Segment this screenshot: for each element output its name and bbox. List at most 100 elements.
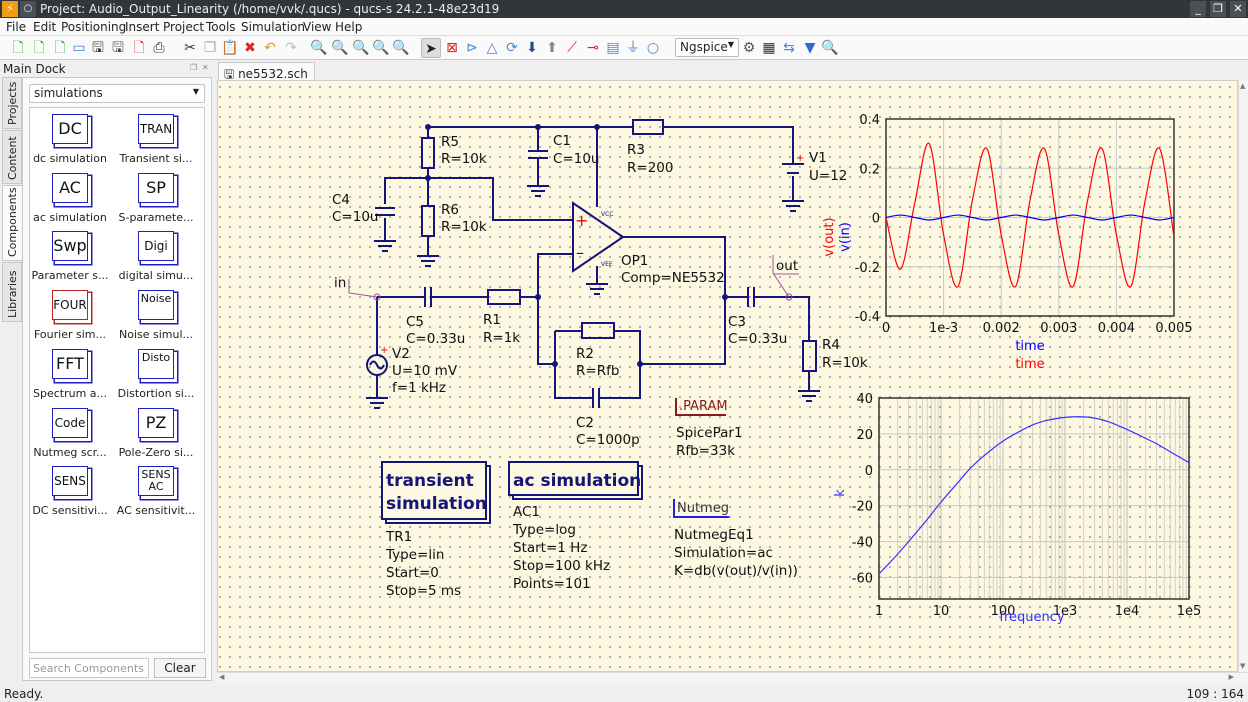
zoom-1-1-icon[interactable]: 🔍 <box>351 38 371 58</box>
resistor-r4[interactable]: R4 R=10k <box>802 337 868 372</box>
zoom-out-icon[interactable]: 🔍 <box>391 38 411 58</box>
menu-insert[interactable]: Insert <box>125 20 159 34</box>
nutmeg-block[interactable]: Nutmeg NutmegEq1 Simulation=ac K=db(v(out)/… <box>673 499 798 579</box>
minimize-button[interactable]: _ <box>1190 1 1206 17</box>
equation-icon[interactable]: ▤ <box>603 38 623 58</box>
param-block[interactable]: .PARAM SpicePar1 Rfb=33k <box>675 398 743 459</box>
component-parameter-s[interactable]: Swp Parameter s... <box>30 229 110 285</box>
wire-label-out[interactable]: out <box>772 255 799 301</box>
component-s-paramete[interactable]: SP S-paramete... <box>116 171 196 227</box>
component-fourier-sim[interactable]: FOUR Fourier sim... <box>30 288 110 344</box>
open-icon[interactable]: ▭ <box>69 38 89 58</box>
new-schematic-icon[interactable]: 🗋 <box>8 38 28 58</box>
dock-close-icon[interactable]: ✕ <box>202 63 209 72</box>
schematic-canvas[interactable]: R5 R=10k R6 R=10k C4 C=10u C1 C=10u R3 R=200 … <box>217 80 1238 672</box>
resistor-r1[interactable]: R1 R=1k <box>483 289 521 346</box>
close-file-icon[interactable]: 🗋 <box>129 38 149 58</box>
zoom-in-icon[interactable]: 🔍 <box>371 38 391 58</box>
vertical-scrollbar[interactable]: ▲ ▼ <box>1238 80 1248 672</box>
tab-libraries[interactable]: Libraries <box>2 262 22 322</box>
menu-tools[interactable]: Tools <box>206 20 236 34</box>
ac-source-v2[interactable]: + V2U=10 mVf=1 kHz <box>366 345 458 396</box>
opamp-op1[interactable]: + – VCC VEE OP1Comp=NE5532 <box>572 201 725 286</box>
horizontal-scrollbar[interactable]: ◀ ▶ <box>217 672 1248 683</box>
component-ac-simulation[interactable]: AC ac simulation <box>30 171 110 227</box>
mirror-y-icon[interactable]: △ <box>482 38 502 58</box>
maximize-button[interactable]: ❐ <box>1210 1 1226 17</box>
component-ac-sensitivit[interactable]: SENS AC AC sensitivit... <box>116 464 196 520</box>
dock-title: Main Dock <box>3 62 66 76</box>
menu-file[interactable]: File <box>6 20 26 34</box>
paste-icon[interactable]: 📋 <box>220 38 240 58</box>
select-icon[interactable]: ➤ <box>421 38 441 58</box>
component-noise-simul[interactable]: Noise Noise simul... <box>116 288 196 344</box>
wire-label-in[interactable]: in <box>334 275 381 301</box>
new-project-icon[interactable]: 🗋 <box>50 38 70 58</box>
clear-button[interactable]: Clear <box>154 658 206 678</box>
tune-icon[interactable]: 🔍 <box>820 38 840 58</box>
menu-view[interactable]: View <box>303 20 331 34</box>
window-menu-icon[interactable]: ○ <box>20 1 36 17</box>
deactivate-icon[interactable]: ⊠ <box>442 38 462 58</box>
print-icon[interactable]: ⎙ <box>149 38 169 58</box>
component-digital-simu[interactable]: Digi digital simu... <box>116 229 196 285</box>
menu-project[interactable]: Project <box>163 20 204 34</box>
menu-positioning[interactable]: Positioning <box>61 20 126 34</box>
ground-icon[interactable]: ⏚ <box>623 38 643 58</box>
ac-chart[interactable]: 1 10 100 1e3 1e4 1e5-60-40-2002040kfrequency <box>833 392 1201 625</box>
component-dc-simulation[interactable]: DC dc simulation <box>30 112 110 168</box>
resistor-r3[interactable]: R3 R=200 <box>627 119 673 176</box>
x-tick-label: 0.003 <box>1040 321 1077 336</box>
simulate-icon[interactable]: ▦ <box>759 38 779 58</box>
view-data-display-icon[interactable]: ⇆ <box>779 38 799 58</box>
redo-icon[interactable]: ↷ <box>281 38 301 58</box>
close-button[interactable]: ✕ <box>1230 1 1246 17</box>
marker-icon[interactable]: ▼ <box>800 38 820 58</box>
tab-ne5532-sch[interactable]: 🖫 ne5532.sch✕ <box>218 62 315 101</box>
category-select[interactable]: simulations ▼ <box>29 84 205 103</box>
y-tick-label: 0 <box>865 464 873 479</box>
wire-icon[interactable]: ⟋ <box>562 38 582 58</box>
simulator-settings-icon[interactable]: ⚙ <box>739 38 759 58</box>
pop-out-icon[interactable]: ⬆ <box>542 38 562 58</box>
new-text-icon[interactable]: 🗋 <box>29 38 49 58</box>
tab-projects[interactable]: Projects <box>2 77 22 129</box>
simulation-icon: AC <box>52 172 88 203</box>
menu-help[interactable]: Help <box>335 20 362 34</box>
resistor-r6[interactable]: R6R=10k <box>421 202 487 237</box>
go-into-subcircuit-icon[interactable]: ⬇ <box>522 38 542 58</box>
menu-edit[interactable]: Edit <box>33 20 56 34</box>
component-spectrum-a[interactable]: FFT Spectrum a... <box>30 347 110 403</box>
svg-text:R4: R4 <box>822 337 840 353</box>
zoom-fit-icon[interactable]: 🔍 <box>309 38 329 58</box>
zoom-selection-icon[interactable]: 🔍 <box>330 38 350 58</box>
transient-simulation-block[interactable]: transient simulation TR1 Type=lin Start=0 St… <box>381 461 491 599</box>
resistor-r5[interactable]: R5R=10k <box>421 134 487 169</box>
copy-icon[interactable]: ❐ <box>200 38 220 58</box>
wire-label-icon[interactable]: ⊸ <box>583 38 603 58</box>
component-transient-si[interactable]: TRAN Transient si... <box>116 112 196 168</box>
menu-simulation[interactable]: Simulation <box>241 20 305 34</box>
resistor-r2[interactable]: R2R=Rfb <box>576 322 619 379</box>
simulator-select[interactable]: Ngspice ▼ <box>675 38 739 57</box>
dock-float-icon[interactable]: ❐ <box>190 63 197 72</box>
transient-chart[interactable]: 0 1e-3 0.002 0.003 0.004 0.005 -0.4 -0.2 0 0.2 0.4… <box>822 113 1193 372</box>
component-distortion-si[interactable]: Disto Distortion si... <box>116 347 196 403</box>
tab-content[interactable]: Content <box>2 130 22 184</box>
component-dc-sensitivi[interactable]: SENS DC sensitivi... <box>30 464 110 520</box>
undo-icon[interactable]: ↶ <box>260 38 280 58</box>
ac-simulation-block[interactable]: ac simulation AC1 Type=log Start=1 Hz Stop=… <box>508 461 643 592</box>
search-components-input[interactable]: Search Components <box>29 658 149 678</box>
component-nutmeg-scr[interactable]: Code Nutmeg scr... <box>30 406 110 462</box>
mirror-x-icon[interactable]: ⊳ <box>462 38 482 58</box>
save-all-icon[interactable]: 🖫 <box>108 38 128 58</box>
svg-text:transient: transient <box>386 471 474 491</box>
component-pole-zero-si[interactable]: PZ Pole-Zero si... <box>116 406 196 462</box>
delete-icon[interactable]: ✖ <box>240 38 260 58</box>
cut-icon[interactable]: ✂ <box>180 38 200 58</box>
port-icon[interactable]: ○ <box>643 38 663 58</box>
dc-source-v1[interactable]: + V1 U=12 <box>782 150 847 184</box>
save-icon[interactable]: 🖫 <box>88 38 108 58</box>
tab-components[interactable]: Components <box>2 185 22 261</box>
rotate-icon[interactable]: ⟳ <box>502 38 522 58</box>
